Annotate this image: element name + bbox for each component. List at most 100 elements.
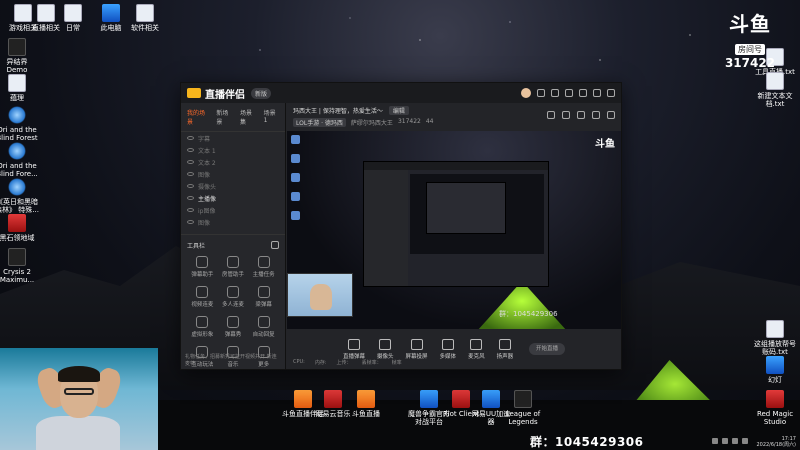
- ori-icon: [8, 142, 26, 160]
- tool-video-link[interactable]: 视频连麦: [187, 286, 218, 308]
- desktop-icon-4[interactable]: 软件相关: [122, 4, 168, 32]
- scene-item[interactable]: ip图像: [181, 204, 285, 216]
- eye-icon[interactable]: [187, 136, 194, 140]
- danmu-screen-icon: [348, 338, 360, 350]
- tool-danmu[interactable]: 弹幕助手: [187, 256, 218, 278]
- netease-music-icon: [324, 390, 342, 408]
- tab-scene-set[interactable]: 场景集: [240, 108, 258, 126]
- tools-grid: 弹幕助手 房管助手 主播任务 视频连麦 多人连麦 梁弹幕 虚拟形象 弹幕秀 自动…: [181, 256, 285, 368]
- tool-room-admin[interactable]: 房管助手: [218, 256, 249, 278]
- scene-item[interactable]: 图像: [181, 216, 285, 228]
- tool-auto-reply[interactable]: 自动回复: [248, 316, 279, 338]
- close-icon[interactable]: [607, 89, 615, 97]
- desktop-icon-left-3[interactable]: Ori and the Blind Fore...: [0, 142, 40, 178]
- clock-date: 2022/6/18(周六): [756, 442, 796, 448]
- lock-icon[interactable]: [577, 111, 585, 119]
- app-icon: [8, 38, 26, 56]
- tab-my-scenes[interactable]: 我的场景: [187, 108, 210, 126]
- stream-preview[interactable]: 斗鱼 群：1045429306: [287, 131, 621, 329]
- tools-settings-icon[interactable]: [271, 241, 279, 249]
- menu-icon[interactable]: [565, 89, 573, 97]
- user-avatar[interactable]: [521, 88, 531, 98]
- video-link-icon: [196, 286, 209, 298]
- minimize-icon[interactable]: [579, 89, 587, 97]
- red-magic-icon: [766, 390, 784, 408]
- bell-icon[interactable]: [592, 111, 600, 119]
- preview-group-text: 群：1045429306: [499, 310, 558, 318]
- tool-danmu-2[interactable]: 梁弹幕: [248, 286, 279, 308]
- danmu-icon: [196, 256, 209, 268]
- scene-item[interactable]: 字幕: [181, 132, 285, 144]
- hot-value: 44: [425, 118, 434, 125]
- douyu-brand: 斗鱼 房间号 317422: [720, 8, 780, 70]
- status-memory: 内存:: [314, 359, 327, 366]
- desktop-icon-left-2[interactable]: Ori and the Blind Forest: [0, 106, 40, 142]
- desktop-icon-right-3[interactable]: 幻灯: [752, 356, 798, 384]
- start-live-button[interactable]: 开始直播: [529, 343, 565, 355]
- tool-tasks[interactable]: 主播任务: [248, 256, 279, 278]
- computer-icon: [102, 4, 120, 22]
- settings-icon[interactable]: [551, 89, 559, 97]
- system-clock[interactable]: 17:17 2022/6/18(周六): [756, 436, 796, 448]
- microphone-icon: [470, 338, 483, 350]
- share-screen-icon[interactable]: [562, 111, 570, 119]
- tool-avatar[interactable]: 虚拟形象: [187, 316, 218, 338]
- stream-info: 玛西大王 | 保持理智，热爱生活～ 编辑 LOL手游 · 德玛西 萨缪尔玛西大王…: [287, 103, 621, 131]
- avatar-icon: [196, 316, 209, 328]
- eye-icon[interactable]: [187, 220, 194, 224]
- file-icon: [8, 74, 26, 92]
- scene-item[interactable]: 图像: [181, 168, 285, 180]
- game-icon: [8, 214, 26, 232]
- scene-item[interactable]: 摄像头: [181, 180, 285, 192]
- eye-icon[interactable]: [187, 184, 194, 188]
- desktop-icon-left-1[interactable]: 蕴理: [0, 74, 40, 102]
- tool-danmu-show[interactable]: 弹幕秀: [218, 316, 249, 338]
- scene-item[interactable]: 文本 1: [181, 144, 285, 156]
- left-footer-text: 礼物任务，招募新秀可拉开视频并开 新连麦特: [185, 354, 277, 367]
- uu-icon: [482, 390, 500, 408]
- app-icon: [766, 356, 784, 374]
- task-icon: [257, 256, 270, 268]
- maximize-icon[interactable]: [593, 89, 601, 97]
- message-icon[interactable]: [537, 89, 545, 97]
- tab-new-scene[interactable]: 新场景: [216, 108, 234, 126]
- text-file-icon: [766, 320, 784, 338]
- admin-icon: [226, 256, 239, 268]
- category-tag[interactable]: LOL手游 · 德玛西: [293, 118, 346, 127]
- status-cpu: CPU:: [293, 359, 305, 365]
- edit-title-button[interactable]: 编辑: [388, 106, 409, 115]
- douyu-logo: 斗鱼: [729, 12, 771, 36]
- desktop-icon-left-0[interactable]: 异结界 Demo: [0, 38, 40, 74]
- eye-icon[interactable]: [187, 148, 194, 152]
- text-file-icon: [766, 72, 784, 90]
- taskbar-app-2[interactable]: 斗鱼直播: [343, 390, 389, 418]
- taskbar-app-6[interactable]: League of Legends: [500, 390, 546, 426]
- eye-icon[interactable]: [187, 160, 194, 164]
- version-badge[interactable]: 新版: [251, 87, 272, 99]
- scene-item[interactable]: 主播像: [181, 192, 285, 204]
- danmu-icon: [257, 286, 270, 298]
- preview-desktop-icons: [291, 135, 301, 220]
- eye-icon[interactable]: [187, 172, 194, 176]
- desktop-icon-left-6[interactable]: Crysis 2 Maximu...: [0, 248, 40, 284]
- room-id: 317422: [397, 118, 421, 125]
- app-logo-icon: [187, 88, 201, 98]
- file-icon: [64, 4, 82, 22]
- desktop-icon-left-5[interactable]: 黑石领地域: [0, 214, 40, 242]
- desktop-icon-right-1[interactable]: 新建文本文 档.txt: [752, 72, 798, 108]
- file-icon: [136, 4, 154, 22]
- cast-icon: [410, 338, 423, 350]
- media-icon: [441, 338, 454, 350]
- desktop-icon-right-4[interactable]: Red Magic Studio: [752, 390, 798, 426]
- speaker-icon: [498, 338, 511, 350]
- desktop-icon-left-4[interactable]: 《英日和黑暗 森林》 特殊...: [0, 178, 40, 214]
- eye-icon[interactable]: [187, 196, 194, 200]
- system-tray-icons[interactable]: [712, 438, 748, 444]
- eye-icon[interactable]: [187, 208, 194, 212]
- tab-scene-1[interactable]: 场景1: [264, 108, 279, 126]
- desktop-icon-right-2[interactable]: 这组播放帮号 账码.txt: [752, 320, 798, 356]
- tool-multi-link[interactable]: 多人连麦: [218, 286, 249, 308]
- scene-item[interactable]: 文本 2: [181, 156, 285, 168]
- shop-icon[interactable]: [547, 111, 555, 119]
- share-icon[interactable]: [607, 111, 615, 119]
